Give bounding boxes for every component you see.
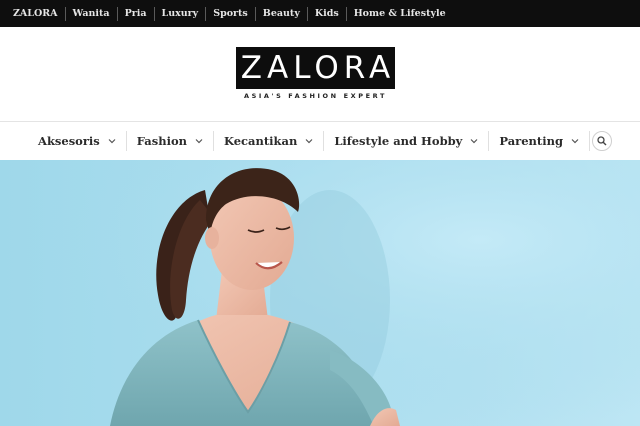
chevron-down-icon [571, 139, 579, 144]
topbar-link-sports[interactable]: Sports [206, 6, 256, 21]
logo-tagline: ASIA'S FASHION EXPERT [244, 92, 387, 100]
topbar-link-pria[interactable]: Pria [118, 6, 155, 21]
search-button[interactable] [591, 131, 612, 151]
nav-item-label: Fashion [136, 134, 187, 148]
nav-item-label: Kecantikan [223, 134, 298, 148]
site-logo[interactable]: ZALORA [236, 47, 395, 89]
nav-item-label: Parenting [499, 134, 563, 148]
topbar-link-wanita[interactable]: Wanita [66, 6, 118, 21]
top-brand-bar: ZALORA Wanita Pria Luxury Sports Beauty … [0, 0, 640, 27]
search-icon [597, 136, 607, 146]
logo-wordmark: ZALORA [240, 49, 396, 86]
topbar-link-zalora[interactable]: ZALORA [6, 6, 66, 21]
nav-item-parenting[interactable]: Parenting [489, 131, 590, 151]
category-nav: Aksesoris Fashion Kecantikan Lifestyle a… [0, 122, 640, 160]
topbar-link-luxury[interactable]: Luxury [155, 6, 207, 21]
chevron-down-icon [470, 139, 478, 144]
chevron-down-icon [108, 139, 116, 144]
hero-banner[interactable] [0, 160, 640, 426]
nav-item-label: Lifestyle and Hobby [334, 134, 463, 148]
chevron-down-icon [305, 139, 313, 144]
site-header: ZALORA ASIA'S FASHION EXPERT [0, 27, 640, 122]
topbar-link-beauty[interactable]: Beauty [256, 6, 308, 21]
nav-item-fashion[interactable]: Fashion [127, 131, 214, 151]
nav-item-kecantikan[interactable]: Kecantikan [214, 131, 325, 151]
topbar-link-kids[interactable]: Kids [308, 6, 347, 21]
nav-item-aksesoris[interactable]: Aksesoris [28, 131, 127, 151]
topbar-link-home-lifestyle[interactable]: Home & Lifestyle [347, 7, 453, 21]
chevron-down-icon [195, 139, 203, 144]
nav-item-label: Aksesoris [38, 134, 100, 148]
hero-image [0, 160, 640, 426]
nav-item-lifestyle-and-hobby[interactable]: Lifestyle and Hobby [324, 131, 490, 151]
